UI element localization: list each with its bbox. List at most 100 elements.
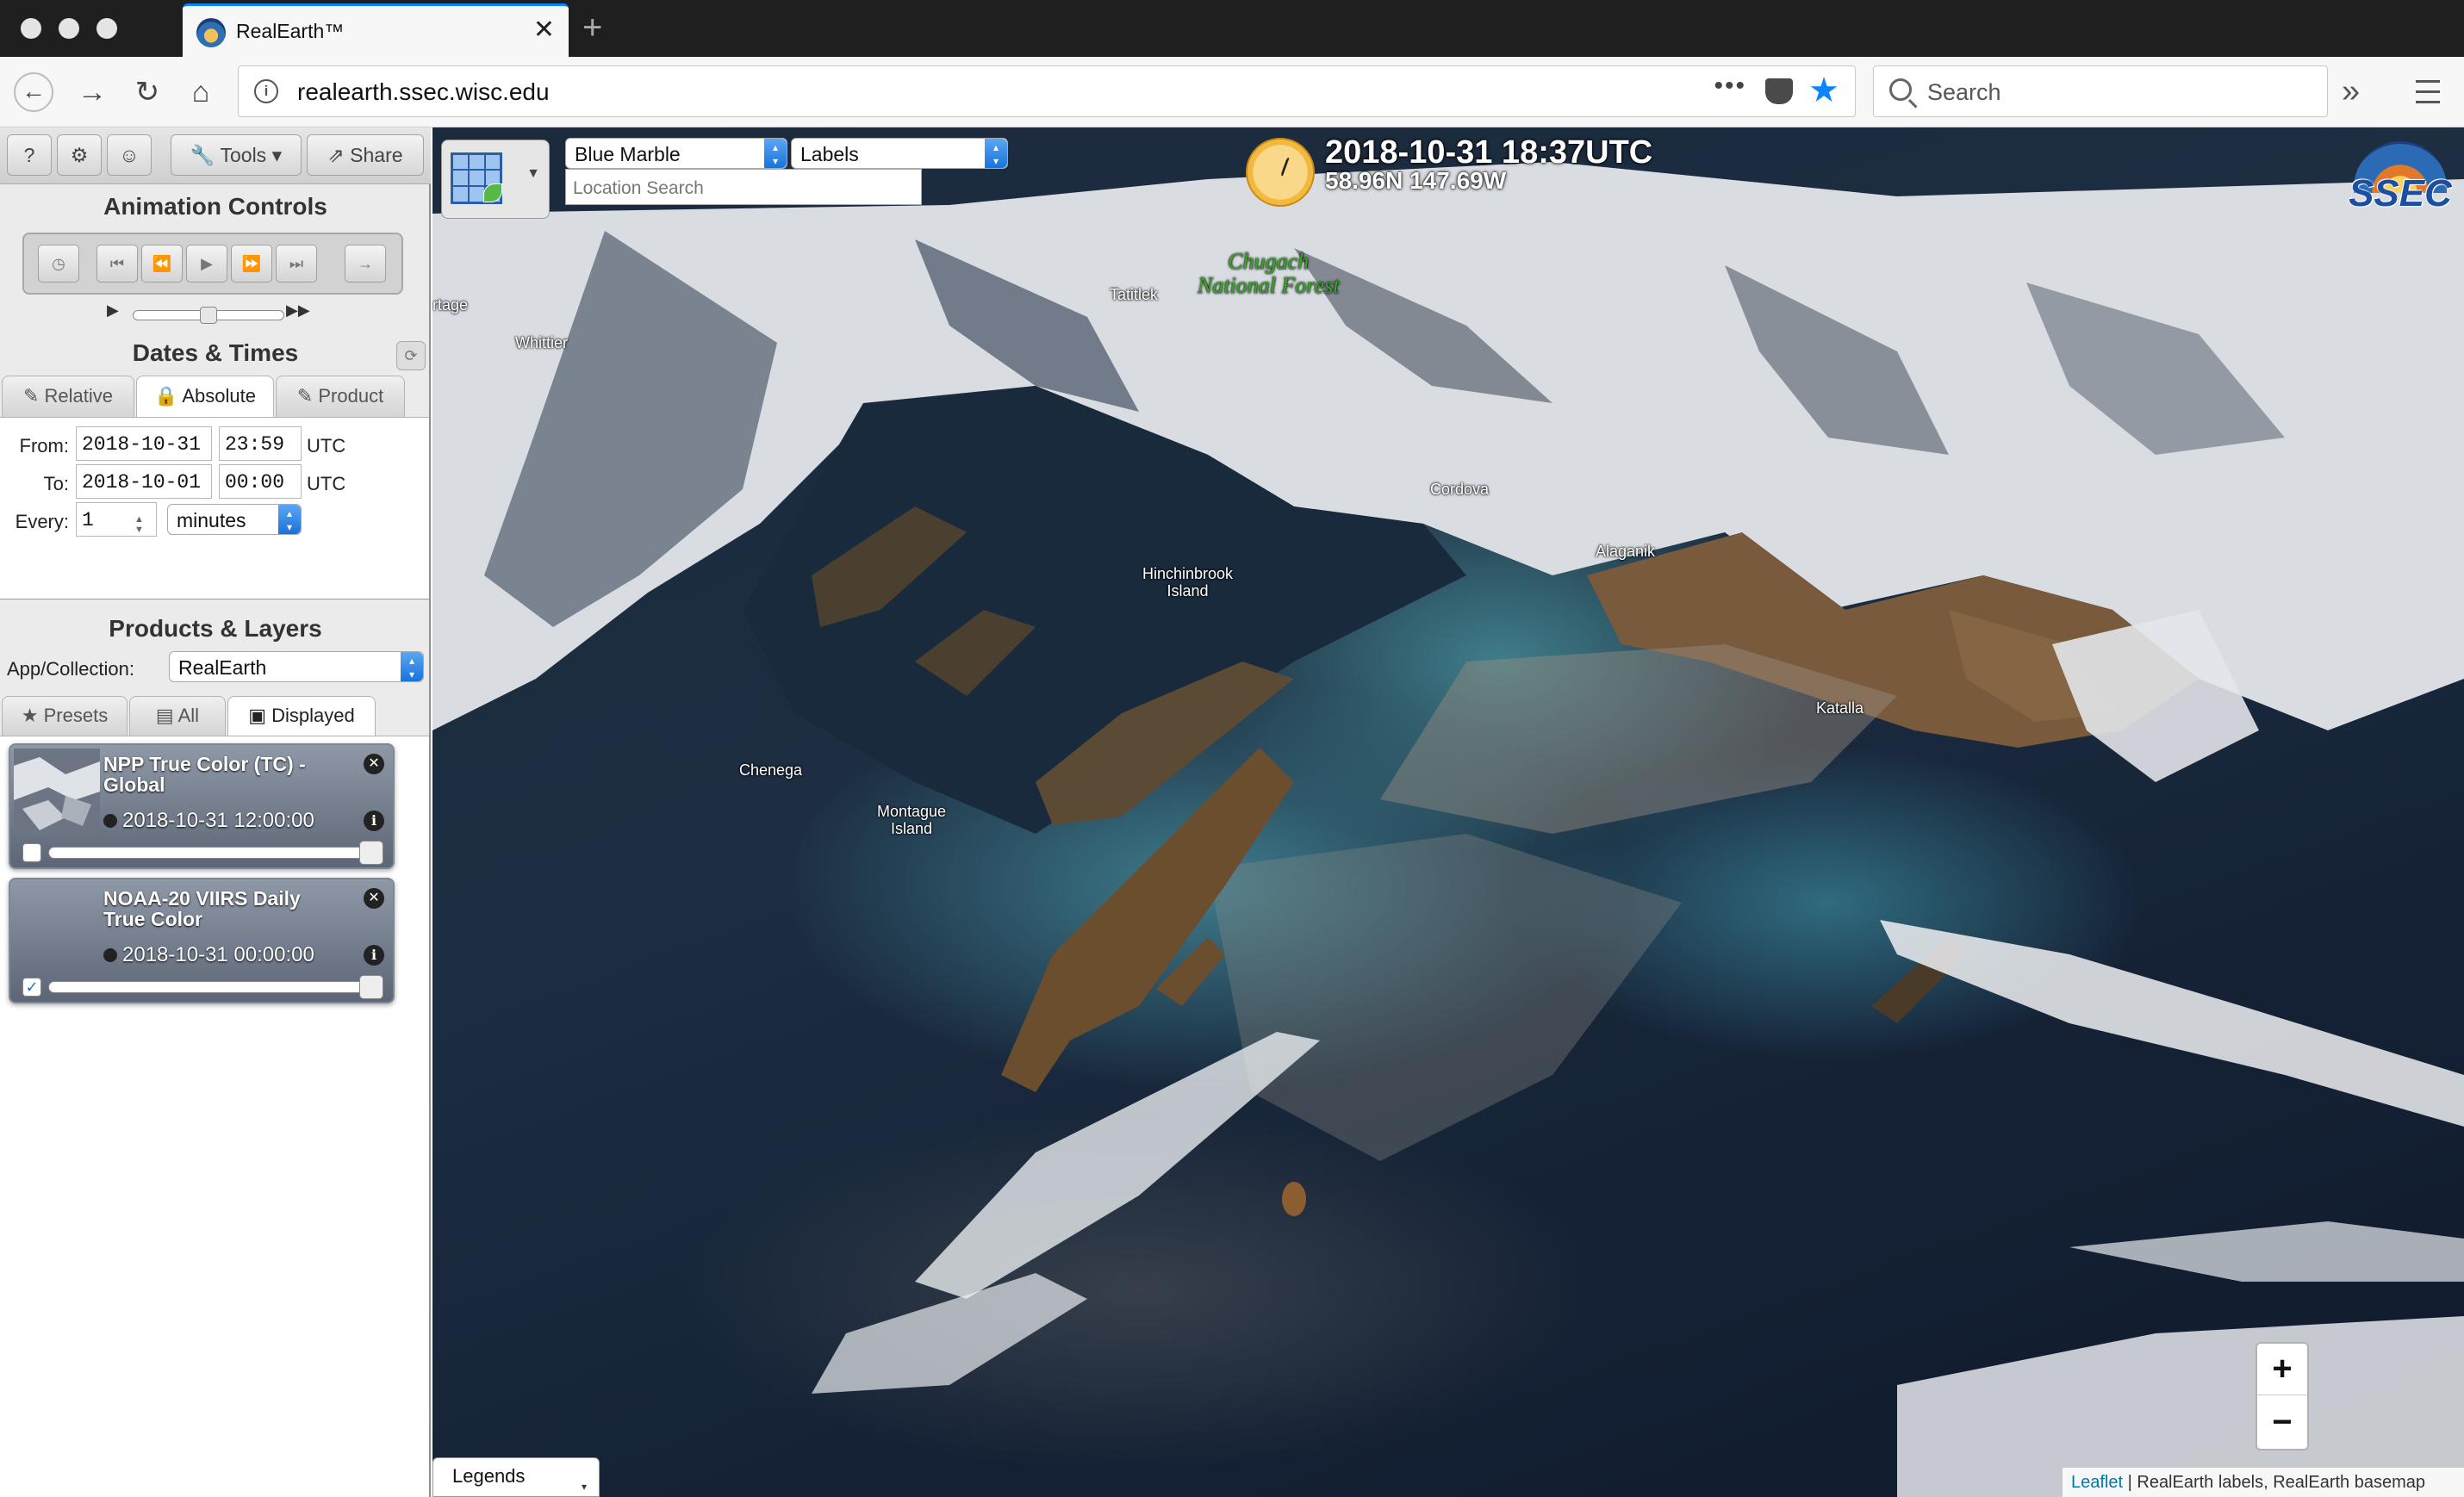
page-actions-more-icon[interactable]: ••• (1714, 71, 1746, 101)
star-icon: ★ (21, 705, 39, 726)
absolute-date-form: From: 2018-10-31 23:59 UTC To: 2018-10-0… (0, 417, 429, 599)
hamburger-menu-icon[interactable] (2412, 72, 2443, 110)
folder-icon: ▤ (155, 705, 174, 726)
url-bar[interactable]: i realearth.ssec.wisc.edu ••• ★ (238, 65, 1856, 117)
stepper-arrows-icon[interactable]: ▲ ▼ (134, 514, 144, 535)
select-arrows-icon: ▴ ▾ (278, 505, 301, 534)
legends-toggle[interactable]: Legends ▾ (432, 1457, 600, 1497)
refresh-icon[interactable]: ⟳ (396, 341, 426, 370)
map-coordinates: 58.96N 147.69W (1325, 167, 1507, 194)
layer-thumbnail (14, 748, 100, 835)
opacity-slider-thumb[interactable] (359, 841, 383, 865)
reload-button[interactable]: ↻ (128, 72, 167, 112)
rewind-button[interactable]: ⏪ (141, 245, 183, 283)
tab-all[interactable]: ▤ All (129, 696, 226, 736)
window-close-button[interactable] (21, 18, 41, 39)
share-icon: ⇗ (327, 144, 345, 166)
window-minimize-button[interactable] (59, 18, 79, 39)
remove-layer-icon[interactable]: ✕ (364, 754, 384, 774)
realearth-favicon-icon (196, 18, 226, 47)
from-unit: UTC (307, 435, 346, 457)
every-input[interactable]: 1 (76, 502, 157, 537)
share-button[interactable]: ⇗ Share (307, 134, 424, 176)
layer-card[interactable]: NPP True Color (TC) - Global ✕ 2018-10-3… (9, 743, 395, 869)
clock-icon[interactable]: ◷ (38, 245, 79, 283)
from-date-input[interactable]: 2018-10-31 (76, 426, 212, 461)
browser-navigation-bar: ← → ↻ ⌂ i realearth.ssec.wisc.edu ••• ★ … (0, 57, 2464, 127)
step-forward-button[interactable]: ⏩ (231, 245, 272, 283)
layer-visibility-checkbox[interactable]: ✓ (22, 978, 41, 997)
new-tab-button[interactable]: + (582, 9, 602, 47)
home-button[interactable]: ⌂ (181, 72, 221, 112)
map-clock-icon[interactable] (1246, 138, 1315, 207)
layer-visibility-checkbox[interactable] (22, 843, 41, 862)
first-frame-button[interactable]: ⏮ (96, 245, 138, 283)
tools-button[interactable]: 🔧 Tools ▾ (171, 134, 302, 176)
layer-switcher-button[interactable]: ▼ (441, 140, 550, 219)
tab-displayed[interactable]: ▣ Displayed (227, 696, 376, 736)
url-text[interactable]: realearth.ssec.wisc.edu (297, 78, 550, 106)
layer-info-icon[interactable]: i (364, 811, 384, 831)
layer-card[interactable]: NOAA-20 VIIRS Daily True Color ✕ 2018-10… (9, 878, 395, 1003)
app-collection-select[interactable]: RealEarth ▴ ▾ (169, 651, 424, 682)
basemap-select[interactable]: Blue Marble ▴ ▾ (565, 138, 787, 169)
layer-info-icon[interactable]: i (364, 945, 384, 966)
tab-presets[interactable]: ★ Presets (2, 696, 128, 736)
legends-label: Legends (452, 1465, 526, 1487)
browser-tab[interactable]: RealEarth™ ✕ (183, 3, 569, 57)
speed-thumb[interactable] (200, 307, 217, 324)
to-time-input[interactable]: 00:00 (219, 464, 302, 499)
play-button[interactable]: ▶ (186, 245, 227, 283)
speed-track[interactable] (133, 307, 284, 324)
zoom-in-button[interactable]: + (2257, 1344, 2307, 1395)
search-bar[interactable]: Search (1873, 65, 2328, 117)
zoom-control: + − (2256, 1342, 2309, 1450)
window-zoom-button[interactable] (96, 18, 117, 39)
toolbar-overflow-button[interactable]: » (2342, 72, 2360, 110)
last-frame-button[interactable]: ⏭ (276, 245, 317, 283)
animation-controls-title: Animation Controls (103, 193, 327, 220)
layer-opacity-slider[interactable] (48, 975, 383, 999)
select-arrows-icon: ▴ ▾ (764, 139, 787, 168)
wrench-icon: 🔧 (190, 144, 215, 166)
settings-gear-icon[interactable]: ⚙ (57, 134, 102, 176)
products-layers-title: Products & Layers (109, 615, 322, 642)
zoom-out-button[interactable]: − (2257, 1397, 2307, 1449)
bookmark-star-icon[interactable]: ★ (1808, 70, 1839, 111)
help-button[interactable]: ? (7, 134, 52, 176)
image-icon: ▣ (248, 705, 267, 726)
tab-relative-label: Relative (44, 385, 114, 407)
forward-button[interactable]: → (72, 72, 112, 112)
select-arrows-icon: ▴ ▾ (401, 652, 423, 681)
leaflet-link[interactable]: Leaflet (2071, 1473, 2123, 1492)
labels-select[interactable]: Labels ▴ ▾ (791, 138, 1008, 169)
place-label-katalla: Katalla (1816, 699, 1864, 717)
back-button[interactable]: ← (14, 72, 53, 112)
opacity-slider-thumb[interactable] (359, 975, 383, 999)
pocket-icon[interactable] (1765, 78, 1793, 104)
loop-mode-button[interactable]: → (345, 245, 386, 283)
tab-product[interactable]: ✎ Product (276, 376, 405, 417)
satellite-map[interactable]: Whittier rtage Tatitlek Chugach National… (432, 127, 2464, 1497)
from-time-input[interactable]: 23:59 (219, 426, 302, 461)
remove-layer-icon[interactable]: ✕ (364, 888, 384, 909)
location-search-input[interactable]: Location Search (565, 169, 922, 205)
attribution-text: | RealEarth labels, RealEarth basemap (2123, 1473, 2425, 1492)
search-input[interactable]: Search (1927, 79, 2001, 106)
chevron-down-icon: ▾ (271, 144, 283, 166)
satellite-imagery (432, 162, 2464, 1497)
to-date-input[interactable]: 2018-10-01 (76, 464, 212, 499)
tab-close-icon[interactable]: ✕ (533, 15, 555, 46)
tab-relative[interactable]: ✎ Relative (2, 376, 134, 417)
ssec-logo[interactable]: SSEC (2347, 138, 2454, 215)
tab-absolute[interactable]: 🔒 Absolute (136, 376, 274, 419)
animation-speed-slider[interactable]: ▶ ▶▶ (107, 301, 314, 327)
layer-opacity-slider[interactable] (48, 841, 383, 865)
fast-speed-icon: ▶▶ (286, 301, 310, 319)
lock-icon: 🔒 (154, 385, 178, 407)
place-label-cordova: Cordova (1430, 481, 1490, 498)
every-unit-select[interactable]: minutes ▴ ▾ (167, 504, 302, 535)
site-info-icon[interactable]: i (254, 79, 278, 103)
tab-all-label: All (177, 705, 200, 726)
user-icon[interactable]: ☺ (107, 134, 152, 176)
